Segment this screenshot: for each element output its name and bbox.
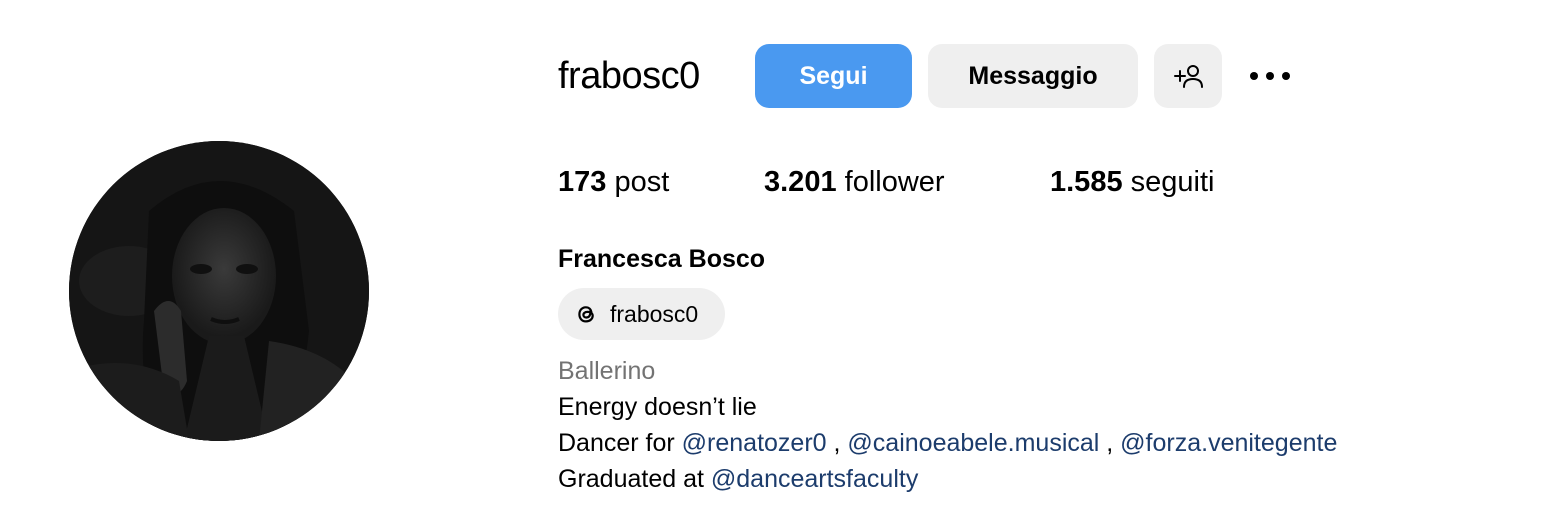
profile-full-name: Francesca Bosco xyxy=(558,245,766,273)
more-options-button[interactable] xyxy=(1246,62,1294,90)
threads-link[interactable]: frabosc0 xyxy=(558,288,725,340)
suggest-users-button[interactable] xyxy=(1154,44,1222,108)
following-count: 1.585 xyxy=(1050,166,1123,198)
followers-count: 3.201 xyxy=(764,166,837,198)
bio-line-3: Graduated at @danceartsfaculty xyxy=(558,463,918,495)
stat-following[interactable]: 1.585 seguiti xyxy=(1050,164,1214,200)
stat-followers[interactable]: 3.201 follower xyxy=(764,164,945,200)
stat-posts: 173 post xyxy=(558,164,669,200)
mention-separator: , xyxy=(1099,429,1121,457)
followers-label: follower xyxy=(844,166,945,198)
profile-category: Ballerino xyxy=(558,357,656,385)
mention-link[interactable]: @cainoeabele.musical xyxy=(847,429,1099,457)
threads-handle: frabosc0 xyxy=(610,300,699,327)
posts-count: 173 xyxy=(558,166,607,198)
bio-line-2-prefix: Dancer for xyxy=(558,429,682,457)
message-button[interactable]: Messaggio xyxy=(928,44,1138,108)
profile-username: frabosc0 xyxy=(558,55,700,97)
mention-link[interactable]: @danceartsfaculty xyxy=(711,465,918,493)
add-user-icon xyxy=(1174,65,1203,88)
mention-separator: , xyxy=(826,429,848,457)
profile-avatar[interactable] xyxy=(69,141,369,441)
avatar-image xyxy=(69,141,369,441)
following-label: seguiti xyxy=(1130,166,1215,198)
bio-line-2: Dancer for @renatozer0 , @cainoeabele.mu… xyxy=(558,427,1337,459)
mention-link[interactable]: @forza.venitegente xyxy=(1120,429,1337,457)
more-horizontal-icon xyxy=(1250,72,1290,80)
mention-link[interactable]: @renatozer0 xyxy=(682,429,827,457)
threads-icon xyxy=(578,306,594,323)
bio-line-3-prefix: Graduated at xyxy=(558,465,711,493)
bio-line-1: Energy doesn’t lie xyxy=(558,393,757,421)
follow-button[interactable]: Segui xyxy=(755,44,912,108)
posts-label: post xyxy=(614,166,670,198)
